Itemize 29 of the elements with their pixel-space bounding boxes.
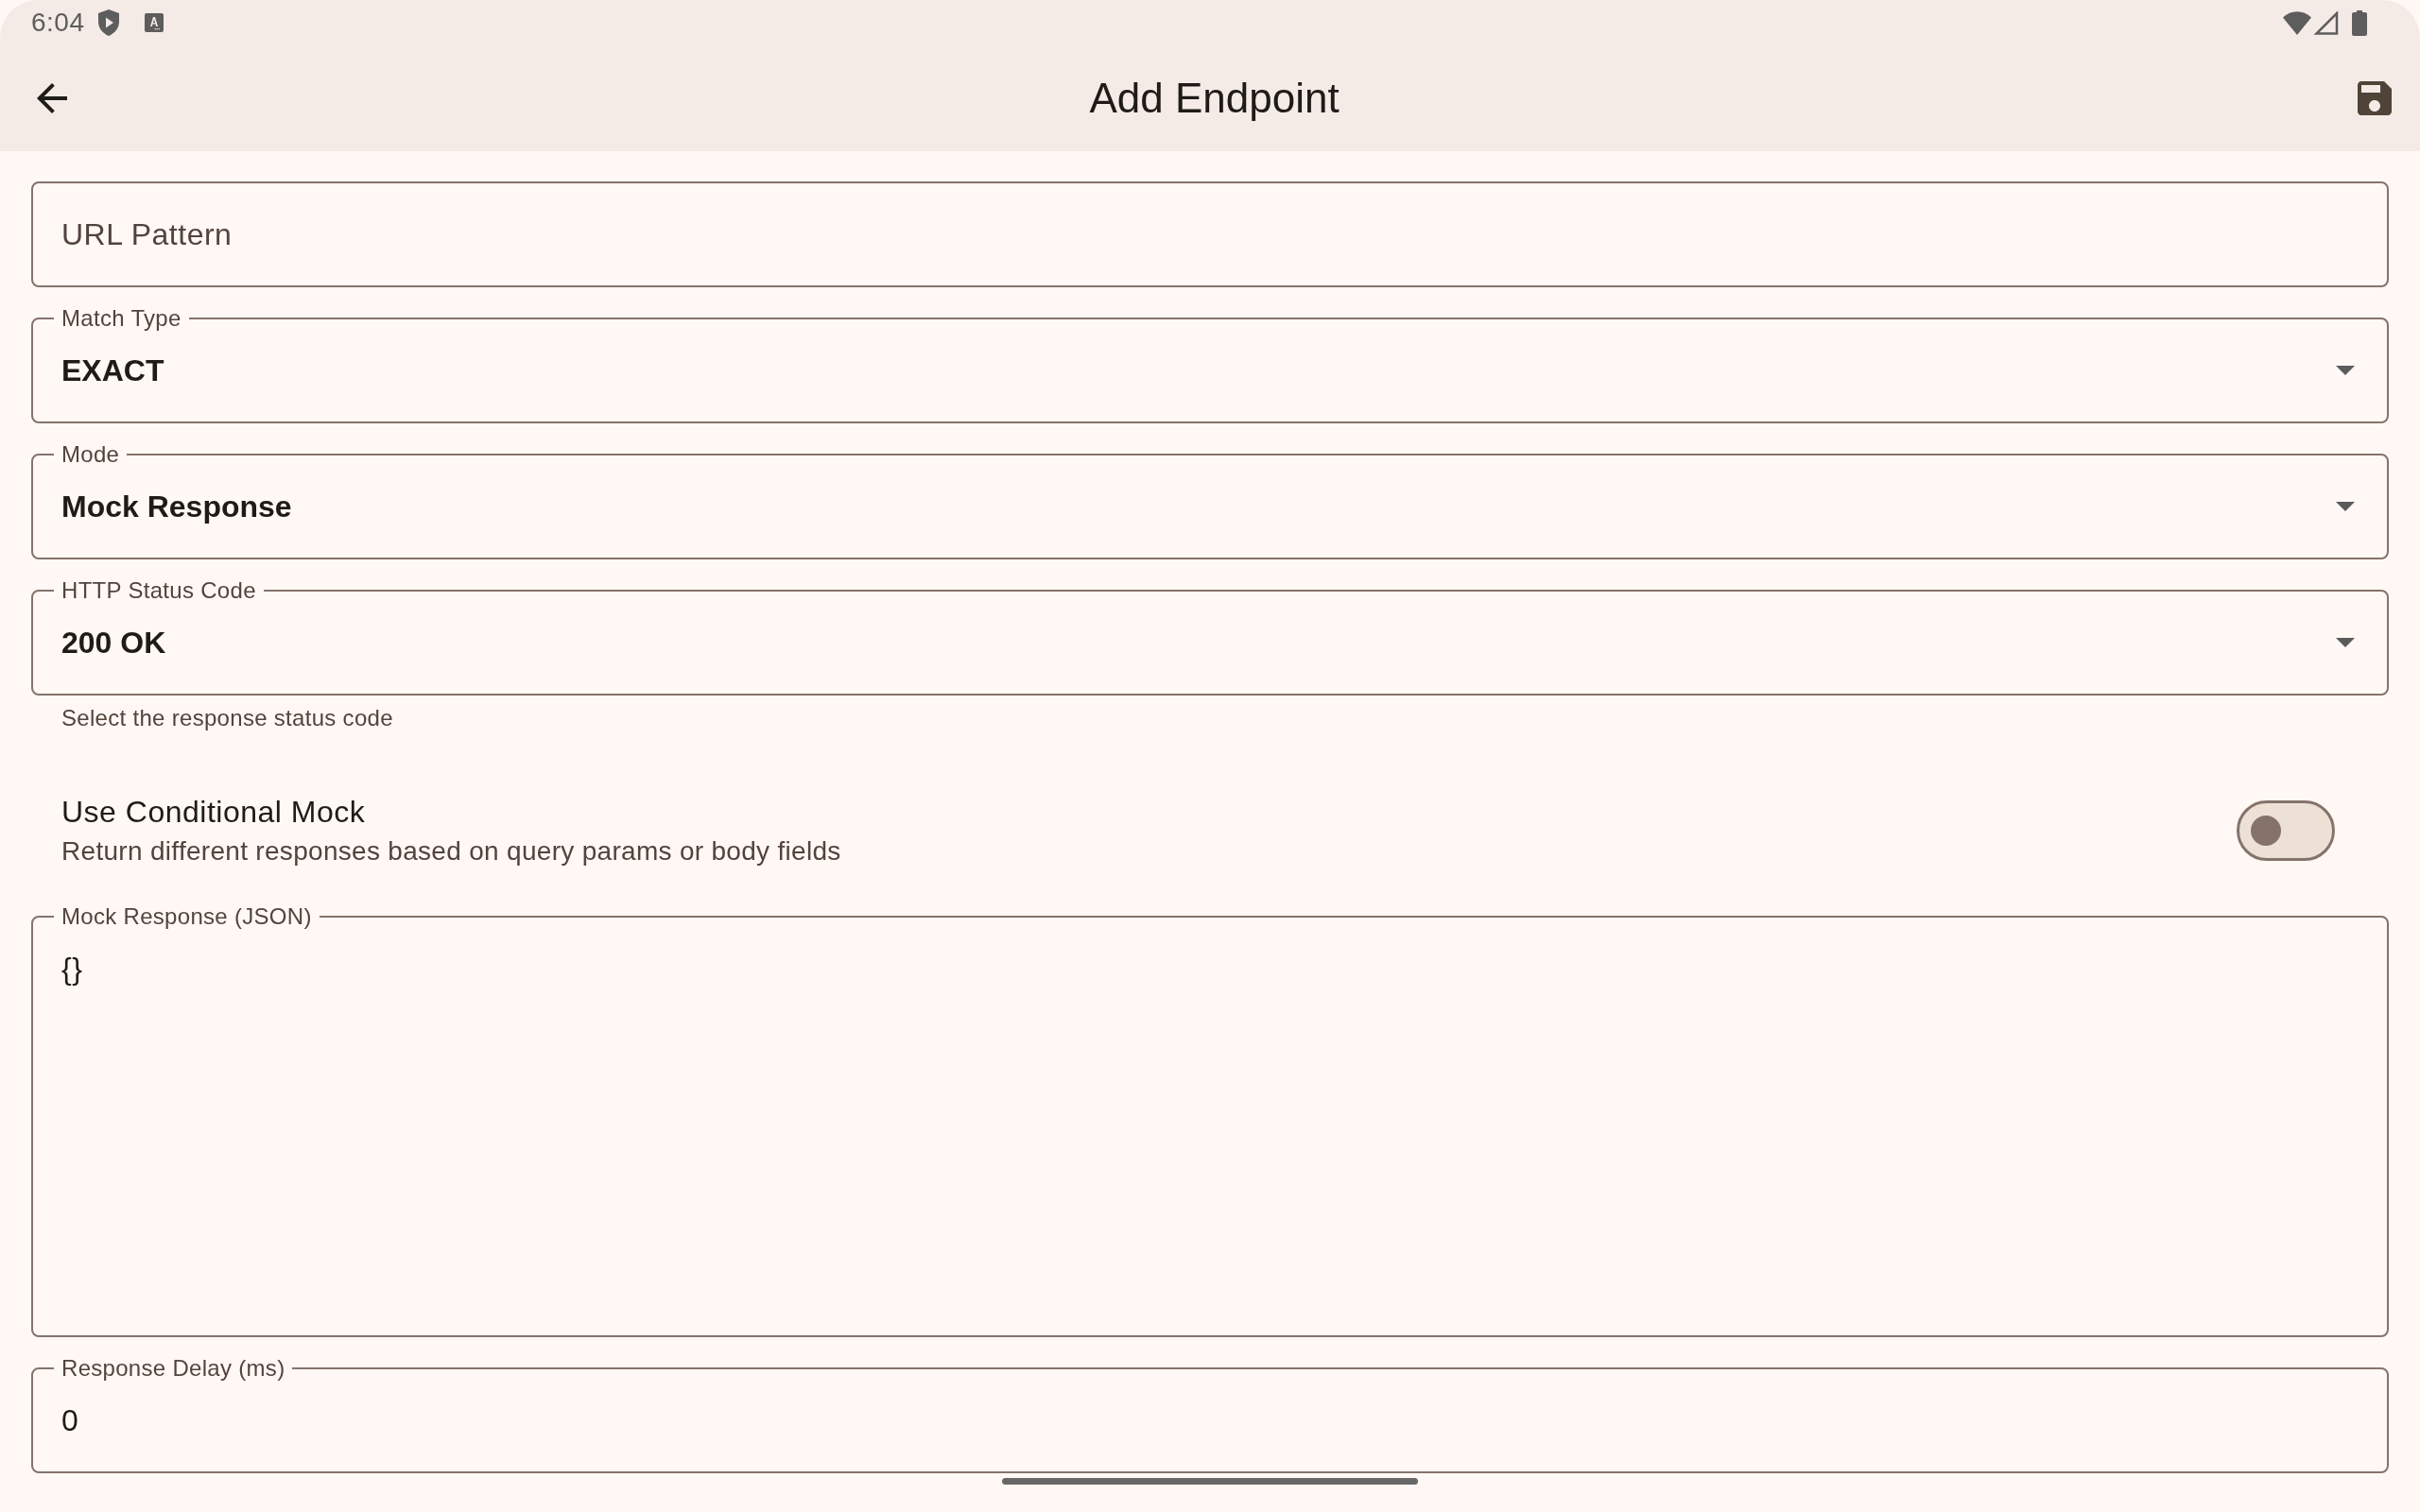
- text-input[interactable]: {}: [61, 928, 2359, 1335]
- battery-icon: [2352, 9, 2367, 36]
- dropdown[interactable]: HTTP Status Code 200 OK: [31, 579, 2389, 696]
- dropdown[interactable]: Mode Mock Response: [31, 443, 2389, 559]
- field-label: Match Type: [60, 307, 182, 330]
- screen-title: Add Endpoint: [1089, 74, 1340, 123]
- letter-icon: [144, 13, 164, 32]
- caret-icon: [2336, 502, 2355, 511]
- text-area[interactable]: Mock Response (JSON) {}: [31, 905, 2389, 1337]
- status-time: 6:04: [31, 8, 85, 38]
- caret-icon: [2336, 366, 2355, 375]
- signal-icon: [2314, 10, 2339, 35]
- caret-icon: [2336, 638, 2355, 647]
- setting-title: Use Conditional Mock: [61, 794, 367, 831]
- text-field[interactable]: URL Pattern: [31, 181, 2389, 287]
- text-input[interactable]: 0: [61, 1394, 2359, 1447]
- field-label: Mock Response (JSON): [60, 905, 313, 928]
- text-input[interactable]: URL Pattern: [61, 208, 2359, 261]
- text-field[interactable]: Response Delay (ms) 0: [31, 1357, 2389, 1473]
- field-label: Response Delay (ms): [60, 1357, 286, 1380]
- arrow-left-icon: [37, 83, 67, 113]
- wifi-icon: [2283, 10, 2311, 35]
- setting-description: Return different responses based on query params or body fields: [61, 835, 841, 868]
- field-label: HTTP Status Code: [60, 579, 257, 602]
- field-label: Mode: [60, 443, 121, 466]
- helper-text: Select the response status code: [60, 704, 394, 732]
- toggle-switch[interactable]: [2237, 800, 2335, 861]
- dropdown[interactable]: Match Type EXACT: [31, 307, 2389, 423]
- shield-icon: [97, 9, 119, 36]
